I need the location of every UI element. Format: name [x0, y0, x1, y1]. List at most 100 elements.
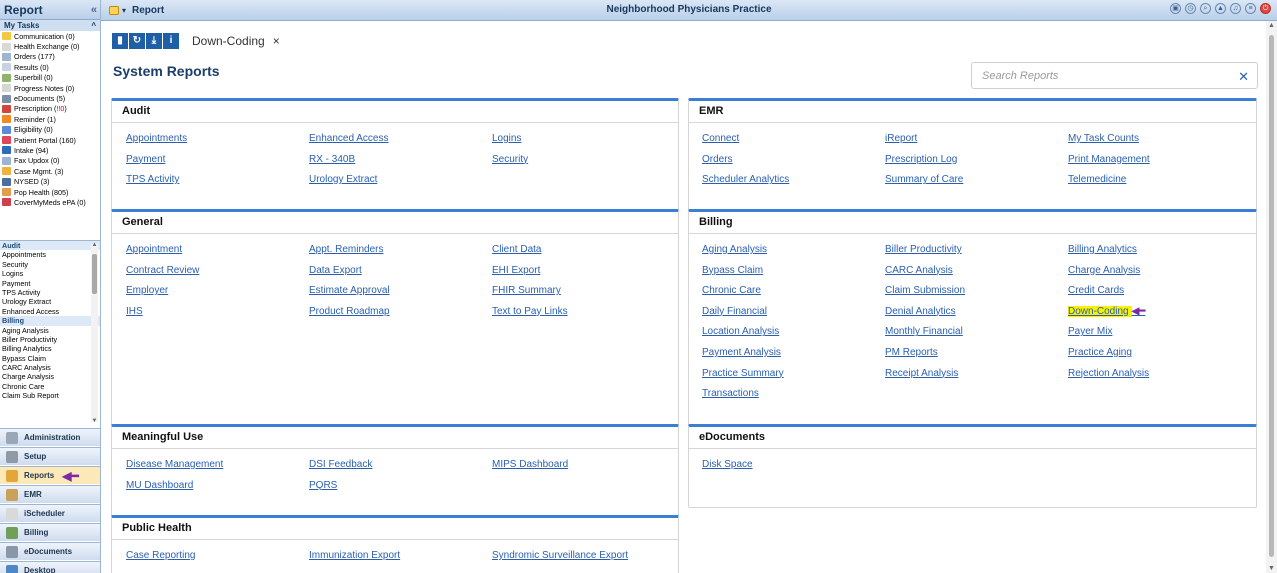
graduation-cap-icon[interactable]: ▲	[1215, 3, 1226, 14]
report-link[interactable]: Disease Management	[126, 459, 223, 470]
main-scrollbar[interactable]: ▲ ▼	[1266, 21, 1277, 573]
report-link[interactable]: Orders	[702, 154, 733, 165]
report-link[interactable]: Security	[492, 154, 528, 165]
tree-item[interactable]: CARC Analysis	[0, 363, 100, 372]
binoculars-icon[interactable]: ⌕	[1200, 3, 1211, 14]
nav-setup[interactable]: Setup	[0, 447, 100, 465]
clipboard-icon[interactable]: ▮	[112, 33, 128, 49]
report-link[interactable]: Denial Analytics	[885, 306, 956, 317]
report-link[interactable]: MU Dashboard	[126, 480, 193, 491]
download-icon[interactable]: ⤓	[146, 33, 162, 49]
report-link[interactable]: Charge Analysis	[1068, 265, 1140, 276]
report-link[interactable]: Telemedicine	[1068, 174, 1126, 185]
task-item[interactable]: Superbill (0)	[0, 73, 100, 83]
report-link[interactable]: Biller Productivity	[885, 244, 962, 255]
main-scroll-thumb[interactable]	[1269, 35, 1274, 557]
close-tab-icon[interactable]: ×	[273, 34, 280, 48]
report-link[interactable]: Receipt Analysis	[885, 368, 958, 379]
info-icon[interactable]: i	[163, 33, 179, 49]
report-link[interactable]: Urology Extract	[309, 174, 377, 185]
tree-item[interactable]: Biller Productivity	[0, 335, 100, 344]
report-link[interactable]: Daily Financial	[702, 306, 767, 317]
tree-item[interactable]: Bypass Claim	[0, 354, 100, 363]
nav-reports[interactable]: Reports ◀━	[0, 466, 100, 484]
report-link[interactable]: Payer Mix	[1068, 326, 1112, 337]
task-item[interactable]: Patient Portal (160)	[0, 135, 100, 145]
tree-item[interactable]: Payment	[0, 279, 100, 288]
scroll-up-icon[interactable]: ▲	[91, 242, 98, 248]
report-link[interactable]: Billing Analytics	[1068, 244, 1137, 255]
main-scroll-down-icon[interactable]: ▼	[1266, 565, 1277, 572]
search-input[interactable]	[982, 69, 1222, 82]
report-link[interactable]: Connect	[702, 133, 739, 144]
tree-item[interactable]: Chronic Care	[0, 382, 100, 391]
nav-edocuments[interactable]: eDocuments	[0, 542, 100, 560]
report-link[interactable]: Location Analysis	[702, 326, 779, 337]
tree-item[interactable]: Urology Extract	[0, 297, 100, 306]
task-item[interactable]: Fax Updox (0)	[0, 156, 100, 166]
report-link[interactable]: Data Export	[309, 265, 362, 276]
my-tasks-header[interactable]: My Tasks ^	[0, 20, 100, 31]
tree-item[interactable]: Claim Sub Report	[0, 391, 100, 400]
report-link[interactable]: Payment Analysis	[702, 347, 781, 358]
report-link[interactable]: Print Management	[1068, 154, 1150, 165]
report-link[interactable]: Appt. Reminders	[309, 244, 383, 255]
tree-item[interactable]: Logins	[0, 269, 100, 278]
report-link[interactable]: Chronic Care	[702, 285, 761, 296]
task-item[interactable]: Orders (177)	[0, 52, 100, 62]
report-link[interactable]: My Task Counts	[1068, 133, 1139, 144]
tree-item[interactable]: Enhanced Access	[0, 307, 100, 316]
report-link[interactable]: Payment	[126, 154, 165, 165]
task-item[interactable]: Health Exchange (0)	[0, 41, 100, 51]
task-item[interactable]: Communication (0)	[0, 31, 100, 41]
report-link[interactable]: Text to Pay Links	[492, 306, 568, 317]
report-link[interactable]: Estimate Approval	[309, 285, 390, 296]
report-link[interactable]: PM Reports	[885, 347, 938, 358]
report-link[interactable]: Contract Review	[126, 265, 199, 276]
refresh-icon[interactable]: ↻	[129, 33, 145, 49]
report-link[interactable]: Claim Submission	[885, 285, 965, 296]
task-item[interactable]: CoverMyMeds ePA (0)	[0, 197, 100, 207]
report-link[interactable]: FHIR Summary	[492, 285, 561, 296]
tree-item[interactable]: Appointments	[0, 250, 100, 259]
report-link[interactable]: Summary of Care	[885, 174, 963, 185]
power-icon[interactable]: ⏻	[1260, 3, 1271, 14]
report-link[interactable]: Employer	[126, 285, 168, 296]
task-item[interactable]: Reminder (1)	[0, 114, 100, 124]
task-item[interactable]: NYSED (3)	[0, 176, 100, 186]
report-link[interactable]: Case Reporting	[126, 550, 195, 561]
collapse-sidebar-button[interactable]: «	[91, 4, 97, 16]
report-link[interactable]: Product Roadmap	[309, 306, 390, 317]
nav-emr[interactable]: EMR	[0, 485, 100, 503]
report-link[interactable]: iReport	[885, 133, 917, 144]
report-link[interactable]: Practice Aging	[1068, 347, 1132, 358]
nav-ischeduler[interactable]: iScheduler	[0, 504, 100, 522]
notes-icon[interactable]: ≡	[1245, 3, 1256, 14]
report-link[interactable]: Disk Space	[702, 459, 753, 470]
dropdown-icon[interactable]: ▾	[122, 6, 126, 15]
scroll-down-icon[interactable]: ▼	[91, 418, 98, 424]
tree-item[interactable]: Charge Analysis	[0, 372, 100, 381]
task-item[interactable]: Prescription (!!0)	[0, 104, 100, 114]
lock-icon[interactable]	[109, 5, 119, 15]
report-link[interactable]: Credit Cards	[1068, 285, 1124, 296]
search-box[interactable]: ✕	[971, 62, 1258, 89]
nav-billing[interactable]: Billing	[0, 523, 100, 541]
task-item[interactable]: eDocuments (5)	[0, 93, 100, 103]
tree-item[interactable]: Aging Analysis	[0, 326, 100, 335]
main-scroll-up-icon[interactable]: ▲	[1266, 22, 1277, 29]
my-tasks-toggle[interactable]: ^	[91, 21, 96, 30]
tree-item[interactable]: Billing Analytics	[0, 344, 100, 353]
report-link[interactable]: Logins	[492, 133, 521, 144]
task-item[interactable]: Pop Health (805)	[0, 187, 100, 197]
report-link[interactable]: Down-Coding ◀━	[1068, 305, 1146, 317]
headset-icon[interactable]: ♫	[1230, 3, 1241, 14]
task-item[interactable]: Progress Notes (0)	[0, 83, 100, 93]
report-link[interactable]: RX - 340B	[309, 154, 355, 165]
nav-desktop[interactable]: Desktop	[0, 561, 100, 573]
report-link[interactable]: EHI Export	[492, 265, 540, 276]
report-link[interactable]: Scheduler Analytics	[702, 174, 789, 185]
scroll-thumb[interactable]	[92, 254, 97, 294]
task-item[interactable]: Eligibility (0)	[0, 125, 100, 135]
report-link[interactable]: Syndromic Surveillance Export	[492, 550, 628, 561]
